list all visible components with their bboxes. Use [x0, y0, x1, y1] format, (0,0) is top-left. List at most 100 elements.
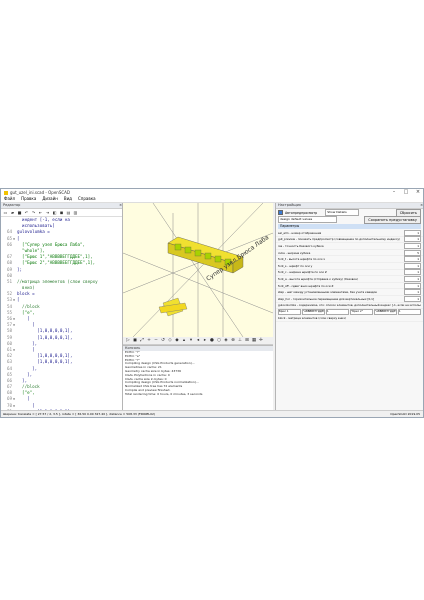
param-row: font_s - шрифт по оси y 1	[276, 262, 423, 270]
maximize-button[interactable]: □	[401, 189, 411, 196]
main-area: Редактор × ▭ ▰ ■ ↶ ↷ ⇤ ⇥ ◧ ◼ ▤ ▥ индент …	[1, 203, 423, 411]
parameters-list: sel_elm - номер отображения 1 gut_preview …	[276, 229, 423, 310]
param-label: sel_elm - номер отображения	[278, 230, 322, 235]
param-spinbox[interactable]: 1	[404, 269, 421, 276]
param-spinbox[interactable]: 1	[404, 295, 421, 302]
preview-icon[interactable]: ▷	[125, 338, 131, 344]
vector-field[interactable]: "Брюс 2"	[350, 309, 373, 316]
param-row: font_off - сдвиг вниз шрифта по оси Z 1	[276, 282, 423, 290]
code-text: gulovolumka =	[17, 229, 50, 235]
param-block: block - матрица элементов (слои сверху в…	[276, 315, 423, 322]
param-spinbox[interactable]: 1	[404, 256, 421, 263]
param-row: res - точность базового кубика 1	[276, 242, 423, 250]
parameters-group-header[interactable]: Параметры	[278, 224, 421, 229]
param-spinbox[interactable]: 1	[404, 282, 421, 289]
param-row: font_c - ширина шрифта по оси Z 1	[276, 269, 423, 277]
render-icon[interactable]: ◼	[132, 338, 138, 344]
top-view-icon[interactable]: ▴	[181, 338, 187, 344]
param-spinbox[interactable]: 1	[404, 236, 421, 243]
preview-icon[interactable]: ◧	[52, 210, 57, 215]
zoom-in-icon[interactable]: +	[146, 338, 152, 344]
zoom-out-icon[interactable]: −	[153, 338, 159, 344]
reset-view-icon[interactable]: ↺	[160, 338, 166, 344]
scale-markers-icon[interactable]: ⊞	[244, 338, 250, 344]
param-label: font_t - высота шрифта по оси x	[278, 257, 326, 262]
status-bar: Ширина: translate = [ 27.57 / 2, 3.5 ], …	[1, 410, 423, 417]
auto-preview-checkbox[interactable]	[278, 210, 283, 215]
front-view-icon[interactable]: ●	[209, 338, 215, 344]
param-block-label: block - матрица элементов (слои сверху в…	[278, 315, 346, 320]
close-button[interactable]: ×	[413, 189, 423, 196]
preset-select[interactable]: design default values	[278, 216, 337, 223]
axis-lines	[123, 203, 273, 337]
editor-title: Редактор	[3, 203, 21, 207]
indent-icon[interactable]: ⇥	[45, 210, 50, 215]
close-pane-icon[interactable]: ×	[119, 203, 122, 208]
menu-edit[interactable]: Правка	[21, 196, 36, 202]
edges-icon[interactable]: ▦	[251, 338, 257, 344]
param-row: cube - ширина кубика 5	[276, 249, 423, 257]
menu-help[interactable]: Справка	[78, 196, 96, 202]
menu-view[interactable]: Вид	[64, 196, 72, 202]
vector-field[interactable]: 1	[398, 309, 421, 316]
close-pane-icon[interactable]: ×	[420, 203, 423, 208]
diagonal-view-icon[interactable]: ◈	[223, 338, 229, 344]
details-select[interactable]: Show Details	[325, 209, 360, 216]
redo-icon[interactable]: ↷	[31, 210, 36, 215]
param-label: font_off - сдвиг вниз шрифта по оси Z	[278, 283, 334, 288]
center-icon[interactable]: ⊕	[230, 338, 236, 344]
param-row: font_t - высота шрифта по оси x 1	[276, 256, 423, 263]
menu-file[interactable]: Файл	[4, 196, 15, 202]
param-label: step_hor - горизонтальное перемещение дл…	[278, 296, 375, 301]
status-view-info: Ширина: translate = [ 27.57 / 2, 3.5 ], …	[3, 412, 156, 416]
minimize-button[interactable]: –	[389, 189, 399, 196]
save-icon[interactable]: ■	[17, 210, 22, 215]
param-spinbox[interactable]: 1	[404, 229, 421, 236]
window-title: gut_uzel_ini.scad - OpenSCAD	[10, 190, 70, 195]
customizer-title: Настройщик	[278, 203, 302, 207]
zoom-all-icon[interactable]: ⤢	[139, 338, 145, 344]
param-row: step_hor - горизонтальное перемещение дл…	[276, 295, 423, 303]
viewport-canvas: Супер узел Брюса Лаба	[123, 203, 273, 337]
console-pane: Консоль ECHO: "?" ECHO: "е" ECHO: "?" Compi…	[123, 345, 273, 411]
left-view-icon[interactable]: ◂	[195, 338, 201, 344]
param-spinbox[interactable]: 1	[404, 275, 421, 282]
right-view-icon[interactable]: ▸	[202, 338, 208, 344]
param-row: font_a - высота шрифта (отправка к кубик…	[276, 275, 423, 283]
perspective-icon[interactable]: ◇	[167, 338, 173, 344]
vector-field[interactable]: 1	[326, 309, 349, 316]
axes-icon[interactable]: ⊥	[237, 338, 243, 344]
param-label: font_s - шрифт по оси y	[278, 263, 313, 268]
orthogonal-icon[interactable]: ◆	[174, 338, 180, 344]
editor-toolbar: ▭ ▰ ■ ↶ ↷ ⇤ ⇥ ◧ ◼ ▤ ▥	[1, 209, 122, 217]
print-icon[interactable]: ▥	[73, 210, 78, 215]
3d-viewport[interactable]: Супер узел Брюса Лаба	[123, 203, 273, 337]
vector-field[interactable]: Брюс 1	[278, 309, 301, 316]
param-spinbox[interactable]: 1	[404, 289, 421, 296]
back-view-icon[interactable]: ○	[216, 338, 222, 344]
bottom-view-icon[interactable]: ▾	[188, 338, 194, 344]
new-file-icon[interactable]: ▭	[3, 210, 8, 215]
unindent-icon[interactable]: ⇤	[38, 210, 43, 215]
open-file-icon[interactable]: ▰	[10, 210, 15, 215]
code-editor[interactable]: индент [-1, если на использовать] 64 gulov…	[1, 217, 122, 411]
param-label: font_c - ширина шрифта по оси Z	[278, 270, 327, 275]
save-preset-button[interactable]: Сохранить предустановку	[364, 215, 421, 224]
auto-preview-label: Автопредпросмотр	[285, 210, 318, 215]
menu-design[interactable]: Дизайн	[42, 196, 58, 202]
param-label: cube - ширина кубика	[278, 250, 311, 255]
param-label: gut_preview - показать предпросмотр (сов…	[278, 237, 401, 242]
export-stl-icon[interactable]: ▤	[66, 210, 71, 215]
vector-field[interactable]: "АВВВВЕГГДДЕЕ"	[302, 309, 325, 316]
param-row: gut_preview - показать предпросмотр (сов…	[276, 236, 423, 244]
param-spinbox[interactable]: 5	[404, 249, 421, 256]
crosshairs-icon[interactable]: ✛	[258, 338, 264, 344]
param-spinbox[interactable]: 1	[404, 242, 421, 249]
openscad-window: gut_uzel_ini.scad - OpenSCAD – □ × Файл …	[0, 188, 424, 418]
vector-editor: Брюс 1 "АВВВВЕГГДДЕЕ" 1 "Брюс 2" "АВВВВЕГГДД…	[276, 309, 423, 316]
param-spinbox[interactable]: 1	[404, 262, 421, 269]
console-line: Total rendering time: 0 hours, 0 minutes…	[125, 392, 203, 396]
render-icon[interactable]: ◼	[59, 210, 64, 215]
undo-icon[interactable]: ↶	[24, 210, 29, 215]
vector-field[interactable]: "АВВВВЕГГДДЕ"	[374, 309, 397, 316]
